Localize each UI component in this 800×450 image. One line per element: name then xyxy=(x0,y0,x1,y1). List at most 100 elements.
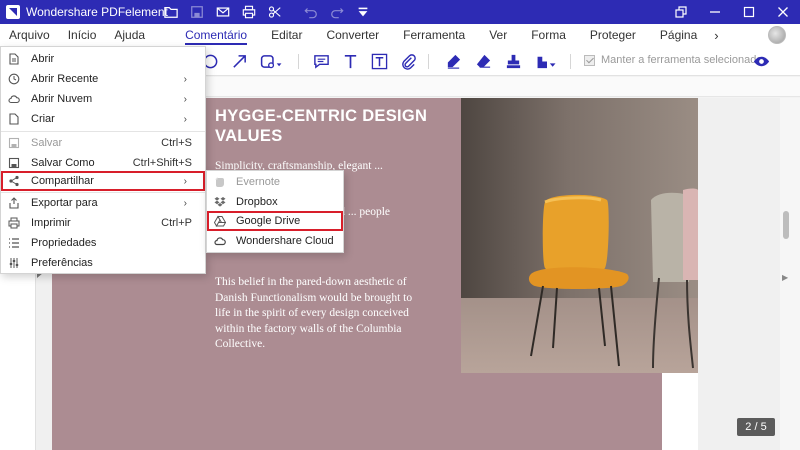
submenu-chevron-icon: › xyxy=(183,197,187,209)
preferences-icon xyxy=(7,256,21,270)
shortcut-salvar: Ctrl+S xyxy=(161,137,192,149)
share-icon xyxy=(7,174,21,188)
menu-editar[interactable]: Editar xyxy=(262,24,311,46)
menu-pagina[interactable]: Página xyxy=(651,24,706,46)
file-menu-label-preferencias: Preferências xyxy=(31,257,93,269)
shortcut-salvar-como: Ctrl+Shift+S xyxy=(132,157,192,169)
google-drive-icon xyxy=(213,214,227,228)
attachment-icon[interactable] xyxy=(398,51,418,71)
avatar[interactable] xyxy=(768,26,786,44)
share-label-wondershare-cloud: Wondershare Cloud xyxy=(236,235,334,247)
export-icon xyxy=(7,196,21,210)
file-menu-label-compartilhar: Compartilhar xyxy=(31,175,94,187)
menu-arquivo[interactable]: Arquivo xyxy=(0,24,59,46)
shortcut-imprimir: Ctrl+P xyxy=(161,217,192,229)
menu-comentario[interactable]: Comentário xyxy=(176,24,256,46)
share-label-dropbox: Dropbox xyxy=(236,196,278,208)
print-icon xyxy=(7,216,21,230)
file-menu-item-salvar-como[interactable]: Salvar Como Ctrl+Shift+S xyxy=(1,153,205,173)
stamp-icon[interactable] xyxy=(503,51,523,71)
keep-tool-label: Manter a ferramenta selecionada xyxy=(601,54,763,66)
file-menu-label-abrir-recente: Abrir Recente xyxy=(31,73,99,85)
title-bar: Wondershare PDFelement xyxy=(0,0,800,24)
file-menu-label-criar: Criar xyxy=(31,113,55,125)
share-item-dropbox[interactable]: Dropbox xyxy=(207,192,343,212)
menu-forma[interactable]: Forma xyxy=(522,24,575,46)
file-menu-item-abrir-recente[interactable]: Abrir Recente › xyxy=(1,69,205,89)
text-box-icon[interactable] xyxy=(369,51,389,71)
menu-bar: Arquivo Início Ajuda Comentário Editar C… xyxy=(0,24,800,46)
highlighter-icon[interactable] xyxy=(443,51,463,71)
app-logo-icon xyxy=(6,5,20,19)
share-label-evernote: Evernote xyxy=(236,176,281,188)
save-icon xyxy=(7,136,21,150)
file-menu-item-exportar-para[interactable]: Exportar para › xyxy=(1,193,205,213)
folder-icon[interactable] xyxy=(158,0,184,24)
evernote-icon xyxy=(213,175,227,189)
document-paragraph-3: This belief in the pared-down aesthetic … xyxy=(215,276,413,350)
eraser-icon[interactable] xyxy=(473,51,493,71)
menu-inicio[interactable]: Início xyxy=(59,24,106,46)
text-tool-icon[interactable] xyxy=(340,51,360,71)
file-menu-item-imprimir[interactable]: Imprimir Ctrl+P xyxy=(1,213,205,233)
file-menu-item-abrir[interactable]: Abrir xyxy=(1,49,205,69)
file-menu-item-preferencias[interactable]: Preferências xyxy=(1,253,205,273)
share-label-google-drive: Google Drive xyxy=(236,215,301,227)
quick-access-dropdown-icon[interactable] xyxy=(350,0,376,24)
share-item-evernote[interactable]: Evernote xyxy=(207,172,343,192)
file-menu-item-salvar[interactable]: Salvar Ctrl+S xyxy=(1,133,205,153)
arrow-tool-icon[interactable] xyxy=(229,51,249,71)
properties-icon xyxy=(7,236,21,250)
menu-proteger[interactable]: Proteger xyxy=(581,24,645,46)
scissors-icon[interactable] xyxy=(262,0,288,24)
keep-tool-checkbox-box[interactable] xyxy=(584,54,595,66)
restore-window-icon[interactable] xyxy=(664,0,698,24)
clock-icon xyxy=(7,72,21,86)
file-menu-item-criar[interactable]: Criar › xyxy=(1,109,205,129)
menu-ver[interactable]: Ver xyxy=(480,24,516,46)
file-menu-label-abrir-nuvem: Abrir Nuvem xyxy=(31,93,93,105)
wondershare-cloud-icon xyxy=(213,234,227,248)
new-file-icon xyxy=(7,112,21,126)
menu-more-chevron-icon[interactable]: › xyxy=(706,28,726,43)
file-menu-item-propriedades[interactable]: Propriedades xyxy=(1,233,205,253)
file-menu-item-abrir-nuvem[interactable]: Abrir Nuvem › xyxy=(1,89,205,109)
eye-icon[interactable] xyxy=(751,51,771,71)
keep-tool-selected-checkbox[interactable]: Manter a ferramenta selecionada xyxy=(584,54,762,66)
undo-icon[interactable] xyxy=(298,0,324,24)
vertical-scrollbar[interactable]: ▶ xyxy=(780,98,800,450)
submenu-chevron-icon: › xyxy=(183,113,187,125)
scroll-right-arrow-icon[interactable]: ▶ xyxy=(782,273,788,282)
maximize-window-icon[interactable] xyxy=(732,0,766,24)
submenu-chevron-icon: › xyxy=(183,73,187,85)
file-menu-label-abrir: Abrir xyxy=(31,53,55,65)
menu-ajuda[interactable]: Ajuda xyxy=(105,24,154,46)
redo-icon[interactable] xyxy=(324,0,350,24)
scrollbar-thumb[interactable] xyxy=(783,211,789,239)
minimize-window-icon[interactable] xyxy=(698,0,732,24)
close-window-icon[interactable] xyxy=(766,0,800,24)
menu-ferramenta[interactable]: Ferramenta xyxy=(394,24,474,46)
mail-icon[interactable] xyxy=(210,0,236,24)
share-item-google-drive[interactable]: Google Drive xyxy=(207,211,343,231)
submenu-chevron-icon: › xyxy=(183,93,187,105)
cloud-icon xyxy=(7,92,21,106)
file-menu: Abrir Abrir Recente › Abrir Nuvem › Cria… xyxy=(0,46,206,274)
signature-dropdown-icon[interactable] xyxy=(533,51,561,71)
note-comment-icon[interactable] xyxy=(311,51,331,71)
save-quick-icon[interactable] xyxy=(184,0,210,24)
submenu-chevron-icon: › xyxy=(183,175,187,187)
document-heading: HYGGE-CENTRIC DESIGN VALUES xyxy=(215,107,428,145)
menu-converter[interactable]: Converter xyxy=(317,24,388,46)
file-menu-item-compartilhar[interactable]: Compartilhar › xyxy=(1,171,205,191)
share-submenu: Evernote Dropbox Google Drive Wondershar… xyxy=(206,170,344,253)
share-item-wondershare-cloud[interactable]: Wondershare Cloud xyxy=(207,231,343,251)
dropbox-icon xyxy=(213,195,227,209)
lasso-shape-dropdown-icon[interactable] xyxy=(258,51,286,71)
app-title: Wondershare PDFelement xyxy=(26,5,168,19)
page-indicator[interactable]: 2 / 5 xyxy=(737,418,775,436)
open-file-icon xyxy=(7,52,21,66)
chairs-photo xyxy=(461,98,698,373)
file-menu-label-exportar-para: Exportar para xyxy=(31,197,98,209)
print-quick-icon[interactable] xyxy=(236,0,262,24)
